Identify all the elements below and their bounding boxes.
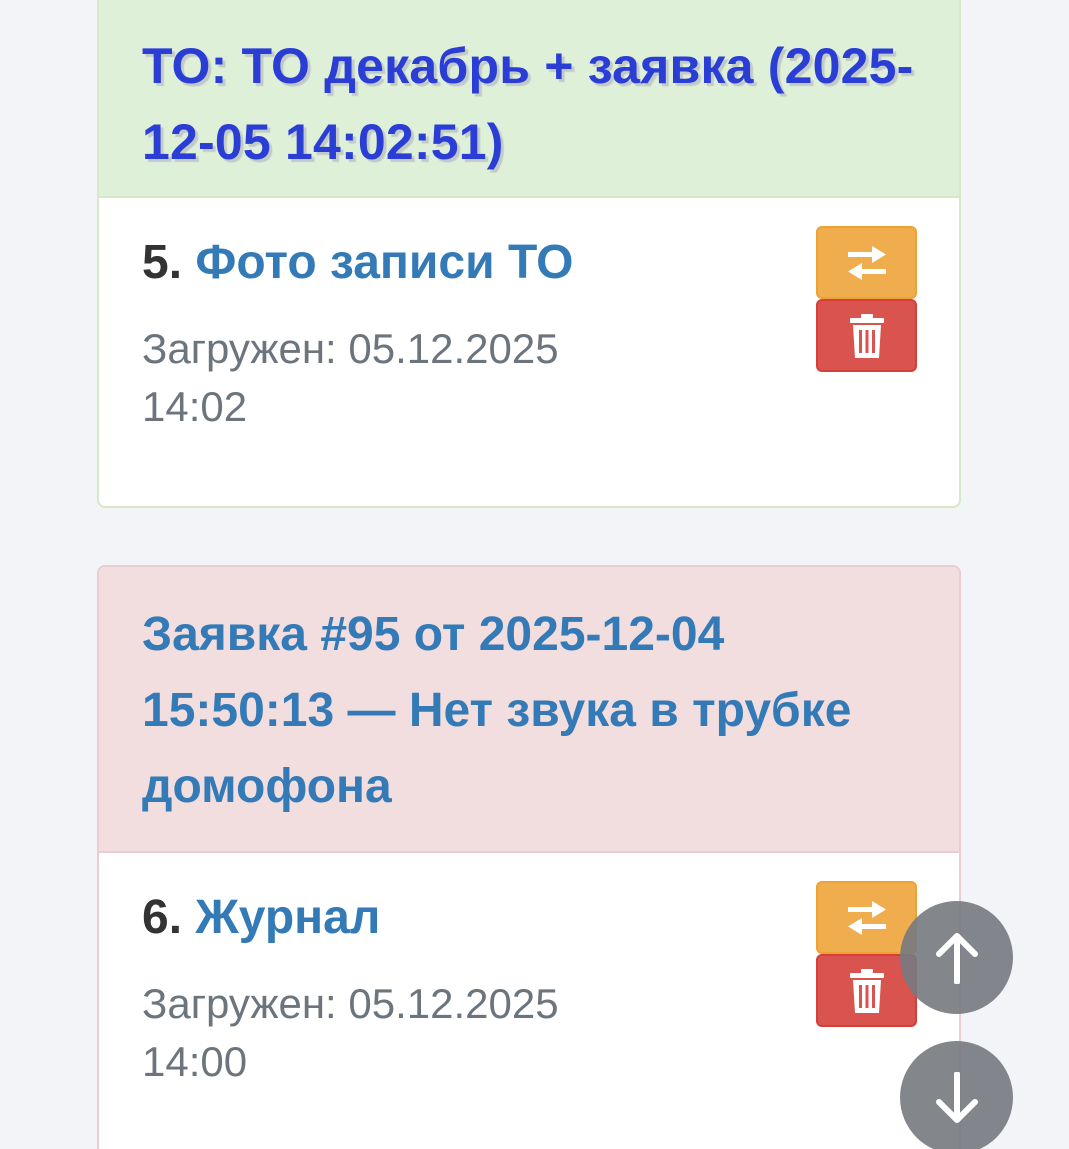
swap-arrows-icon [847,900,886,935]
document-link[interactable]: Фото записи ТО [195,236,573,289]
to-group-card: ТО: ТО декабрь + заявка (2025-12-05 14:0… [97,0,961,508]
document-link[interactable]: Журнал [195,891,380,944]
trash-icon [849,968,884,1013]
arrow-up-icon [935,932,978,984]
upload-time: 14:00 [142,1038,248,1085]
arrow-down-icon [935,1071,978,1123]
swap-arrows-icon [847,245,886,280]
document-title: 5. Фото записи ТО [142,228,916,298]
document-item: 5. Фото записи ТО Загружен: 05.12.2025 1… [99,198,959,436]
scroll-up-button[interactable] [900,901,1013,1014]
document-title: 6. Журнал [142,883,916,953]
document-upload-info: Загружен: 05.12.2025 14:00 [142,975,662,1091]
documents-page: ТО: ТО декабрь + заявка (2025-12-05 14:0… [0,0,1069,1149]
request-group-header: Заявка #95 от 2025-12-04 15:50:13 — Нет … [99,567,959,853]
scroll-down-button[interactable] [900,1041,1013,1149]
upload-time: 14:02 [142,383,248,430]
upload-date-label: Загружен: 05.12.2025 [142,980,559,1027]
document-upload-info: Загружен: 05.12.2025 14:02 [142,320,662,436]
request-group-card: Заявка #95 от 2025-12-04 15:50:13 — Нет … [97,565,961,1149]
request-group-title[interactable]: Заявка #95 от 2025-12-04 15:50:13 — Нет … [142,597,916,825]
to-group-header: ТО: ТО декабрь + заявка (2025-12-05 14:0… [99,0,959,198]
document-number: 6. [142,891,183,944]
trash-icon [849,313,884,358]
move-document-button[interactable] [816,226,917,299]
upload-date-label: Загружен: 05.12.2025 [142,325,559,372]
delete-document-button[interactable] [816,299,917,372]
document-item: 6. Журнал Загружен: 05.12.2025 14:00 [99,853,959,1091]
document-number: 5. [142,236,183,289]
to-group-title: ТО: ТО декабрь + заявка (2025-12-05 14:0… [142,38,914,170]
